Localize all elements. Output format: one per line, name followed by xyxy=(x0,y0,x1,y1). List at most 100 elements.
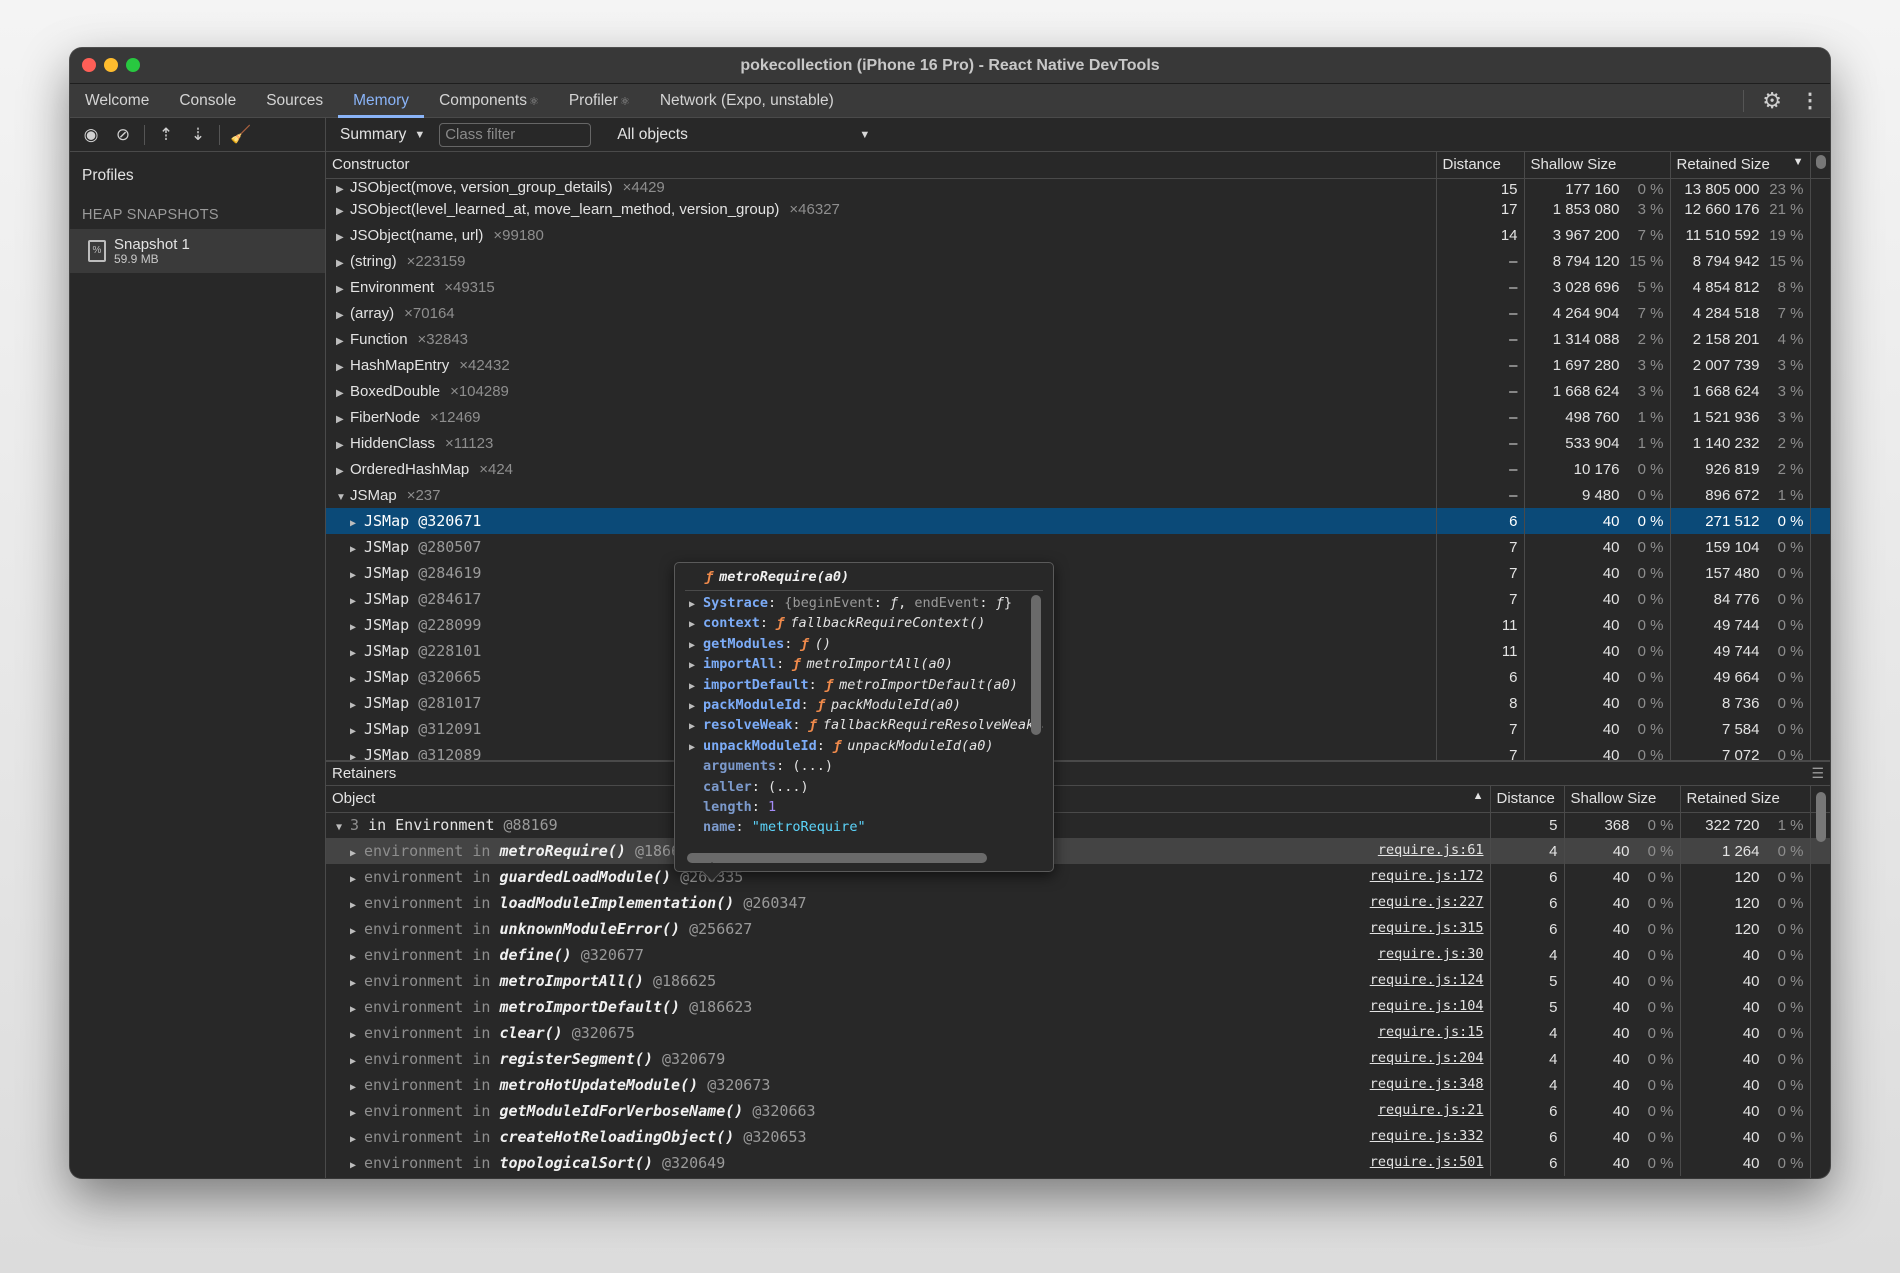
instance-row[interactable]: ▶ JSMap @280507 7 40 0 % 159 104 0 % xyxy=(326,534,1830,560)
collapsed-triangle-icon[interactable]: ▶ xyxy=(350,1056,364,1067)
collapsed-triangle-icon[interactable]: ▶ xyxy=(689,738,703,758)
collapsed-triangle-icon[interactable]: ▶ xyxy=(336,388,350,399)
collapsed-triangle-icon[interactable]: ▶ xyxy=(350,900,364,911)
constructor-row[interactable]: ▶ JSObject(name, url) ×99180 14 3 967 200 7 %… xyxy=(326,222,1830,248)
source-location-link[interactable]: require.js:315 xyxy=(1370,920,1484,936)
retainer-parent-row[interactable]: ▼ 3 in Environment @88169 5 368 0 % 322 720 1 … xyxy=(326,812,1830,838)
collapsed-triangle-icon[interactable]: ▶ xyxy=(350,1082,364,1093)
collapsed-triangle-icon[interactable]: ▶ xyxy=(689,636,703,656)
collapsed-triangle-icon[interactable]: ▶ xyxy=(350,952,364,963)
collapsed-triangle-icon[interactable]: ▶ xyxy=(350,544,364,555)
property-importdefault[interactable]: ▶ importDefault: ƒ metroImportDefault(a0) xyxy=(685,675,1043,695)
retainer-row[interactable]: require.js:124 ▶ environment in metroImpor… xyxy=(326,968,1830,994)
constructor-row[interactable]: ▶ (array) ×70164 – 4 264 904 7 % 4 284 518 7 % xyxy=(326,300,1830,326)
property-packmoduleid[interactable]: ▶ packModuleId: ƒ packModuleId(a0) xyxy=(685,695,1043,715)
tab-console[interactable]: Console xyxy=(164,84,251,117)
property-prototype[interactable]: ▶prototype: {constructor: ƒ} xyxy=(685,838,1043,841)
retainer-row[interactable]: require.js:227 ▶ environment in loadModule… xyxy=(326,890,1830,916)
constructor-row[interactable]: ▼ JSMap ×237 – 9 480 0 % 896 672 1 % xyxy=(326,482,1830,508)
load-profile-icon[interactable]: ⇡ xyxy=(155,125,177,145)
instance-row[interactable]: ▶ JSMap @320671 6 40 0 % 271 512 0 % xyxy=(326,508,1830,534)
menu-icon[interactable]: ☰ xyxy=(1811,765,1824,782)
popover-horizontal-scrollbar[interactable] xyxy=(687,853,987,863)
view-select[interactable]: Summary ▼ xyxy=(340,126,425,144)
clear-all-icon[interactable]: ⊘ xyxy=(112,125,134,145)
property-importall[interactable]: ▶ importAll: ƒ metroImportAll(a0) xyxy=(685,654,1043,674)
property-systrace[interactable]: ▶ Systrace: {beginEvent: ƒ, endEvent: ƒ} xyxy=(685,593,1043,613)
collapsed-triangle-icon[interactable]: ▶ xyxy=(689,677,703,697)
expanded-triangle-icon[interactable]: ▼ xyxy=(336,492,350,503)
class-filter-input[interactable] xyxy=(439,122,592,147)
settings-gear-icon[interactable]: ⚙ xyxy=(1762,88,1782,114)
collapsed-triangle-icon[interactable]: ▶ xyxy=(336,440,350,451)
collapsed-triangle-icon[interactable]: ▶ xyxy=(336,184,350,196)
source-location-link[interactable]: require.js:124 xyxy=(1370,972,1484,988)
collapsed-triangle-icon[interactable]: ▶ xyxy=(350,674,364,685)
collapsed-triangle-icon[interactable]: ▶ xyxy=(350,622,364,633)
source-location-link[interactable]: require.js:501 xyxy=(1370,1154,1484,1170)
collapsed-triangle-icon[interactable]: ▶ xyxy=(350,596,364,607)
objects-select[interactable]: All objects ▼ xyxy=(605,126,870,144)
constructor-row[interactable]: ▶ (string) ×223159 – 8 794 120 15 % 8 794 942 1… xyxy=(326,248,1830,274)
collapsed-triangle-icon[interactable]: ▶ xyxy=(350,726,364,737)
retainer-row[interactable]: require.js:332 ▶ environment in createHotR… xyxy=(326,1124,1830,1150)
collapsed-triangle-icon[interactable]: ▶ xyxy=(336,206,350,217)
instance-row[interactable]: ▶ JSMap @281017 8 40 0 % 8 736 0 % xyxy=(326,690,1830,716)
retainer-row[interactable]: require.js:30 ▶ environment in define() @3… xyxy=(326,942,1830,968)
column-distance[interactable]: Distance xyxy=(1435,152,1524,179)
scrollbar-thumb[interactable] xyxy=(1816,792,1826,842)
instance-row[interactable]: ▶ JSMap @320665 6 40 0 % 49 664 0 % xyxy=(326,664,1830,690)
source-location-link[interactable]: require.js:348 xyxy=(1370,1076,1484,1092)
tab-memory[interactable]: Memory xyxy=(338,84,425,118)
source-location-link[interactable]: require.js:227 xyxy=(1370,894,1484,910)
collapsed-triangle-icon[interactable]: ▶ xyxy=(689,717,703,737)
source-location-link[interactable]: require.js:61 xyxy=(1378,842,1484,858)
column-distance[interactable]: Distance xyxy=(1489,786,1564,813)
column-retained-size[interactable]: Retained Size xyxy=(1679,786,1810,813)
instance-row[interactable]: ▶ JSMap @284617 7 40 0 % 84 776 0 % xyxy=(326,586,1830,612)
collapsed-triangle-icon[interactable]: ▶ xyxy=(350,648,364,659)
popover-vertical-scrollbar[interactable] xyxy=(1031,595,1041,735)
column-constructor[interactable]: Constructor xyxy=(326,152,1436,179)
source-location-link[interactable]: require.js:172 xyxy=(1370,868,1484,884)
column-shallow-size[interactable]: Shallow Size xyxy=(1523,152,1670,179)
source-location-link[interactable]: require.js:21 xyxy=(1378,1102,1484,1118)
collapsed-triangle-icon[interactable]: ▶ xyxy=(350,978,364,989)
collapsed-triangle-icon[interactable]: ▶ xyxy=(689,697,703,717)
collapsed-triangle-icon[interactable]: ▶ xyxy=(689,840,703,841)
record-icon[interactable]: ◉ xyxy=(80,125,102,145)
collapsed-triangle-icon[interactable]: ▶ xyxy=(350,874,364,885)
instance-row[interactable]: ▶ JSMap @284619 7 40 0 % 157 480 0 % xyxy=(326,560,1830,586)
more-options-icon[interactable]: ⋮ xyxy=(1800,88,1820,113)
collapsed-triangle-icon[interactable]: ▶ xyxy=(336,414,350,425)
retainer-row[interactable]: require.js:315 ▶ environment in unknownMod… xyxy=(326,916,1830,942)
retainer-row[interactable]: require.js:104 ▶ environment in metroImpor… xyxy=(326,994,1830,1020)
tab-welcome[interactable]: Welcome xyxy=(70,84,164,117)
retainer-row[interactable]: require.js:204 ▶ environment in registerSe… xyxy=(326,1046,1830,1072)
collapsed-triangle-icon[interactable]: ▶ xyxy=(336,310,350,321)
property-getmodules[interactable]: ▶ getModules: ƒ() xyxy=(685,634,1043,654)
collect-garbage-icon[interactable]: 🧹 xyxy=(230,125,252,145)
retainer-row[interactable]: require.js:15 ▶ environment in clear() @32… xyxy=(326,1020,1830,1046)
instance-row[interactable]: ▶ JSMap @228101 11 40 0 % 49 744 0 % xyxy=(326,638,1830,664)
collapsed-triangle-icon[interactable]: ▶ xyxy=(350,848,364,859)
instance-row[interactable]: ▶ JSMap @312089 7 40 0 % 7 072 0 % xyxy=(326,742,1830,760)
retainer-row[interactable]: require.js:61 ▶ environment in metroRequir… xyxy=(326,838,1830,864)
collapsed-triangle-icon[interactable]: ▶ xyxy=(336,284,350,295)
property-unpackmoduleid[interactable]: ▶ unpackModuleId: ƒ unpackModuleId(a0) xyxy=(685,736,1043,756)
collapsed-triangle-icon[interactable]: ▶ xyxy=(350,1134,364,1145)
constructor-row[interactable]: ▶ OrderedHashMap ×424 – 10 176 0 % 926 819 2 % xyxy=(326,456,1830,482)
collapsed-triangle-icon[interactable]: ▶ xyxy=(350,518,364,529)
collapsed-triangle-icon[interactable]: ▶ xyxy=(689,615,703,635)
property-resolveweak[interactable]: ▶ resolveWeak: ƒ fallbackRequireResolveWea… xyxy=(685,715,1043,735)
constructor-row[interactable]: ▶ HashMapEntry ×42432–1 697 280 3 % 2 007 73… xyxy=(326,352,1830,378)
retainer-row[interactable]: require.js:172 ▶ environment in guardedLoa… xyxy=(326,864,1830,890)
tab-sources[interactable]: Sources xyxy=(251,84,338,117)
collapsed-triangle-icon[interactable]: ▶ xyxy=(350,1030,364,1041)
retainers-scrollbar[interactable] xyxy=(1810,786,1830,1178)
source-location-link[interactable]: require.js:30 xyxy=(1378,946,1484,962)
scrollbar-thumb[interactable] xyxy=(1816,155,1826,169)
property-context[interactable]: ▶ context: ƒ fallbackRequireContext() xyxy=(685,613,1043,633)
collapsed-triangle-icon[interactable]: ▶ xyxy=(350,1004,364,1015)
collapsed-triangle-icon[interactable]: ▶ xyxy=(350,1108,364,1119)
